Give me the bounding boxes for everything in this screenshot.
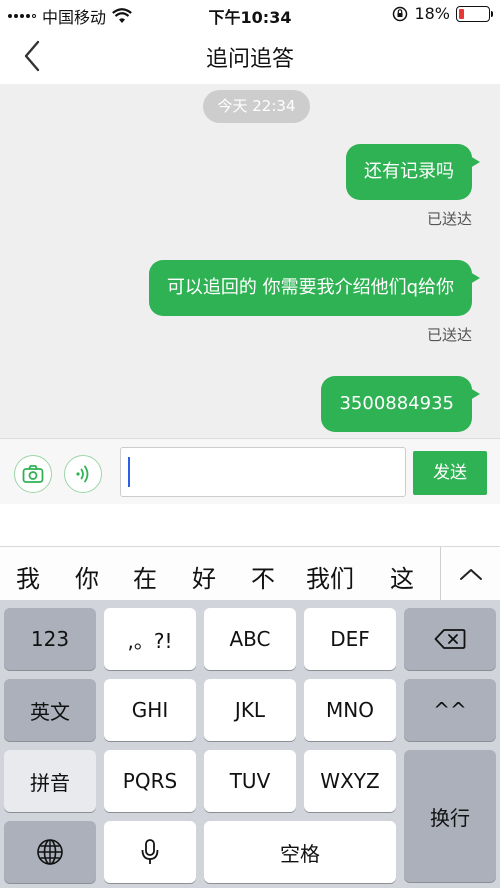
camera-button[interactable] — [14, 455, 52, 493]
key-def[interactable]: DEF — [304, 608, 396, 670]
candidate-word[interactable]: 这 — [390, 559, 414, 594]
enter-key[interactable]: 换行 — [404, 750, 496, 882]
dictation-key[interactable] — [104, 821, 196, 883]
spacer — [0, 504, 500, 546]
key-jkl[interactable]: JKL — [204, 679, 296, 741]
candidate-word[interactable]: 在 — [133, 559, 157, 594]
battery-level — [459, 8, 464, 19]
chat-area[interactable]: 今天 22:34 还有记录吗 已送达 可以追回的 你需要我介绍他们q给你 已送达… — [0, 84, 500, 438]
key-tuv[interactable]: TUV — [204, 750, 296, 812]
status-right: 18% — [392, 4, 493, 23]
message-input[interactable] — [120, 447, 406, 497]
key-english[interactable]: 英文 — [4, 679, 96, 741]
key-punctuation[interactable]: ,。?! — [104, 608, 196, 670]
collapse-icon — [459, 569, 482, 580]
backspace-icon — [434, 629, 466, 649]
space-key[interactable]: 空格 — [204, 821, 396, 883]
key-wxyz[interactable]: WXYZ — [304, 750, 396, 812]
send-button[interactable]: 发送 — [413, 451, 487, 495]
nav-bar: 追问追答 — [0, 28, 500, 84]
battery-icon — [456, 5, 493, 22]
camera-icon — [22, 465, 44, 483]
delivery-status: 已送达 — [426, 210, 472, 228]
status-bar: 中国移动 下午10:34 18% — [0, 0, 500, 28]
timestamp-pill: 今天 22:34 — [203, 90, 310, 123]
candidate-word[interactable]: 我们 — [306, 559, 354, 594]
voice-button[interactable] — [64, 455, 102, 493]
keyboard: 123 ,。?! ABC DEF 英文 GHI JKL MNO ^^ 拼音 PQ… — [0, 600, 500, 888]
collapse-candidates-button[interactable] — [440, 547, 500, 601]
candidate-word[interactable]: 我 — [16, 559, 40, 594]
globe-key[interactable] — [4, 821, 96, 883]
candidate-bar: 我 你 在 好 不 我们 这 — [0, 546, 500, 601]
input-bar: 发送 — [0, 438, 500, 504]
key-ghi[interactable]: GHI — [104, 679, 196, 741]
key-mno[interactable]: MNO — [304, 679, 396, 741]
message-bubble[interactable]: 还有记录吗 — [346, 144, 480, 200]
key-abc[interactable]: ABC — [204, 608, 296, 670]
message-bubble[interactable]: 3500884935 — [321, 376, 480, 432]
key-emoticon[interactable]: ^^ — [404, 679, 496, 741]
candidate-word[interactable]: 你 — [75, 559, 99, 594]
candidate-word[interactable]: 好 — [192, 559, 216, 594]
candidate-word[interactable]: 不 — [251, 559, 275, 594]
rotation-lock-icon — [393, 6, 408, 21]
text-caret — [128, 457, 130, 487]
key-123[interactable]: 123 — [4, 608, 96, 670]
microphone-icon — [141, 839, 159, 864]
battery-percent: 18% — [414, 4, 450, 23]
page-title: 追问追答 — [205, 47, 294, 72]
delivery-status: 已送达 — [426, 326, 472, 344]
message-bubble[interactable]: 可以追回的 你需要我介绍他们q给你 — [148, 260, 481, 316]
backspace-key[interactable] — [404, 608, 496, 670]
key-pqrs[interactable]: PQRS — [104, 750, 196, 812]
key-pinyin[interactable]: 拼音 — [4, 750, 96, 812]
globe-icon — [37, 839, 63, 865]
voice-icon — [76, 465, 89, 483]
